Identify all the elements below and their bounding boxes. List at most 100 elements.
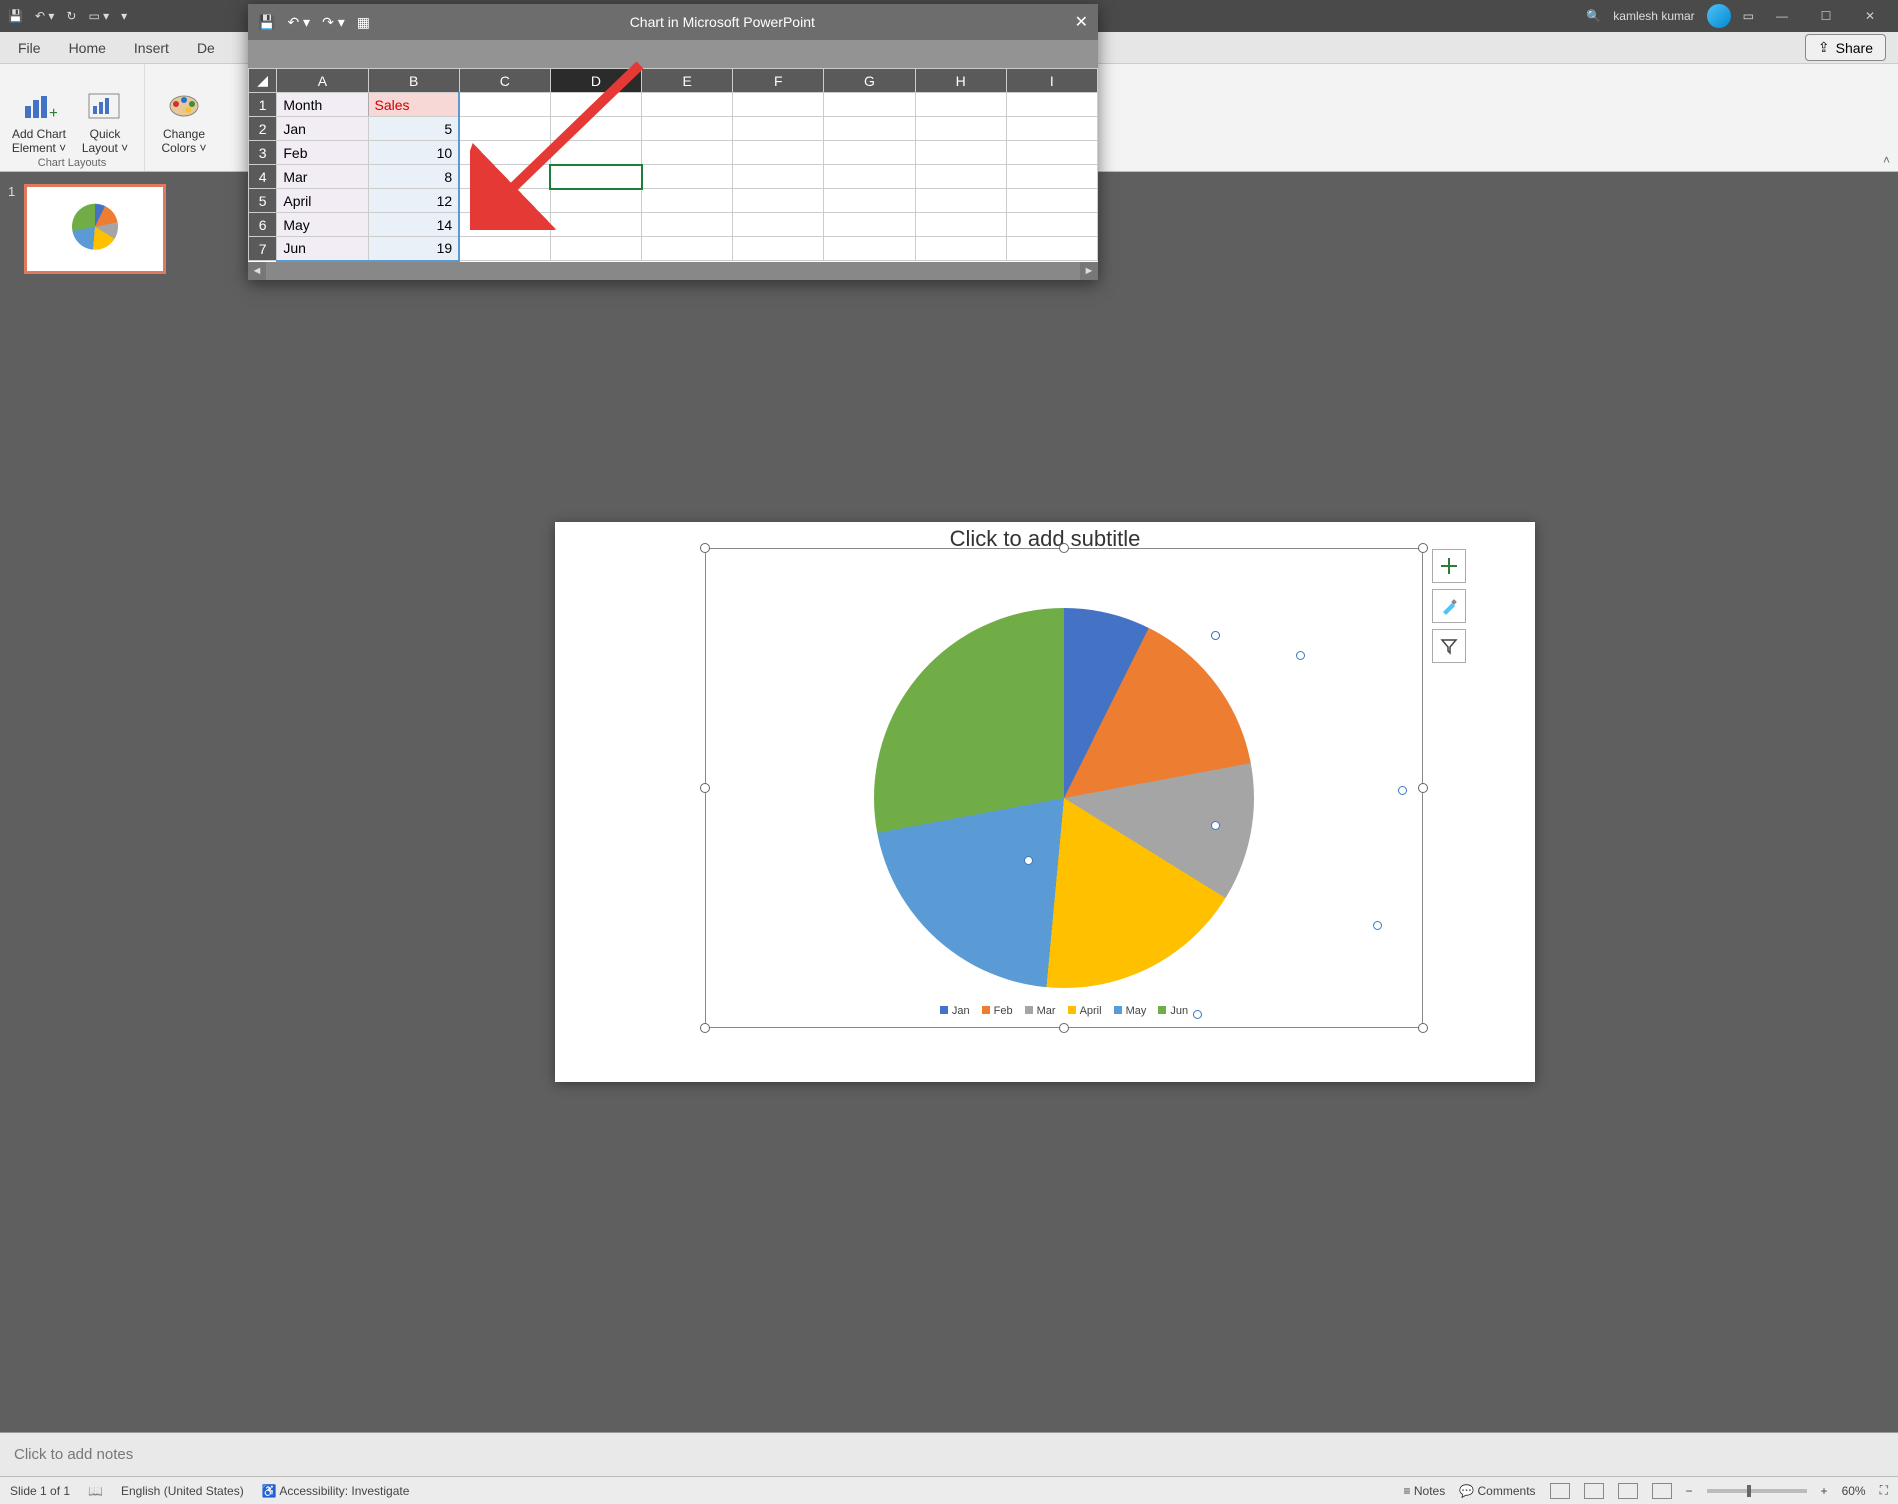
row-header[interactable]: 1 xyxy=(249,93,277,117)
pie-selection-handle[interactable] xyxy=(1024,856,1033,865)
cell[interactable] xyxy=(1006,93,1097,117)
cell[interactable] xyxy=(459,141,550,165)
cell[interactable]: May xyxy=(277,213,368,237)
resize-handle[interactable] xyxy=(1418,783,1428,793)
cell[interactable] xyxy=(733,165,824,189)
resize-handle[interactable] xyxy=(1418,543,1428,553)
spellcheck-icon[interactable]: 📖 xyxy=(88,1484,103,1498)
change-colors-button[interactable]: Change Colors ˅ xyxy=(155,89,213,155)
resize-handle[interactable] xyxy=(1059,543,1069,553)
scroll-right-icon[interactable]: ► xyxy=(1080,262,1098,280)
pie-selection-handle[interactable] xyxy=(1211,631,1220,640)
slideshow-icon[interactable]: ▭ ▾ xyxy=(88,9,109,23)
notes-pane[interactable]: Click to add notes xyxy=(0,1432,1898,1476)
cell[interactable] xyxy=(459,213,550,237)
cell[interactable] xyxy=(642,237,733,261)
legend-item[interactable]: Mar xyxy=(1025,1005,1056,1017)
pie-chart[interactable] xyxy=(874,608,1254,988)
cell[interactable]: Feb xyxy=(277,141,368,165)
resize-handle[interactable] xyxy=(1418,1023,1428,1033)
minimize-button[interactable]: — xyxy=(1762,2,1802,30)
cell[interactable]: 14 xyxy=(368,213,459,237)
cell[interactable] xyxy=(550,141,641,165)
share-button[interactable]: ⇪ Share xyxy=(1805,34,1886,61)
resize-handle[interactable] xyxy=(700,783,710,793)
cell[interactable] xyxy=(550,237,641,261)
resize-handle[interactable] xyxy=(700,543,710,553)
legend-item[interactable]: April xyxy=(1068,1005,1102,1017)
language-indicator[interactable]: English (United States) xyxy=(121,1484,244,1498)
cell[interactable] xyxy=(733,213,824,237)
cell[interactable]: 8 xyxy=(368,165,459,189)
tab-insert[interactable]: Insert xyxy=(122,34,181,62)
save-icon[interactable]: 💾 xyxy=(258,14,275,31)
cell[interactable]: 12 xyxy=(368,189,459,213)
scroll-track[interactable] xyxy=(266,262,1080,280)
zoom-in-button[interactable]: + xyxy=(1821,1484,1828,1498)
cell[interactable] xyxy=(824,189,915,213)
cell[interactable] xyxy=(550,93,641,117)
cell[interactable] xyxy=(550,165,641,189)
column-header[interactable]: E xyxy=(642,69,733,93)
pie-selection-handle[interactable] xyxy=(1296,651,1305,660)
sheet-titlebar[interactable]: 💾 ↶ ▾ ↷ ▾ ▦ Chart in Microsoft PowerPoin… xyxy=(248,4,1098,40)
chart-elements-button[interactable] xyxy=(1432,549,1466,583)
thumbnail-pane[interactable]: 1 xyxy=(0,172,192,1432)
accessibility-indicator[interactable]: ♿ Accessibility: Investigate xyxy=(262,1484,410,1498)
cell[interactable]: 19 xyxy=(368,237,459,261)
redo-icon[interactable]: ↻ xyxy=(66,9,76,23)
search-icon[interactable]: 🔍 xyxy=(1586,9,1601,23)
cell[interactable] xyxy=(1006,117,1097,141)
save-icon[interactable]: 💾 xyxy=(8,9,23,23)
cell[interactable] xyxy=(915,213,1006,237)
cell[interactable]: Jun xyxy=(277,237,368,261)
sheet-scrollbar[interactable]: ◄ ► xyxy=(248,262,1098,280)
cell[interactable] xyxy=(1006,213,1097,237)
cell[interactable] xyxy=(459,117,550,141)
pie-selection-handle[interactable] xyxy=(1398,786,1407,795)
cell[interactable] xyxy=(824,93,915,117)
display-options-icon[interactable]: ▭ xyxy=(1743,9,1754,23)
notes-button[interactable]: ≡ Notes xyxy=(1404,1484,1446,1498)
normal-view-button[interactable] xyxy=(1550,1483,1570,1499)
maximize-button[interactable]: ☐ xyxy=(1806,2,1846,30)
column-header[interactable]: H xyxy=(915,69,1006,93)
slideshow-view-button[interactable] xyxy=(1652,1483,1672,1499)
tab-design-partial[interactable]: De xyxy=(185,34,227,62)
cell[interactable] xyxy=(642,189,733,213)
cell[interactable] xyxy=(733,189,824,213)
cell[interactable]: Mar xyxy=(277,165,368,189)
column-header[interactable]: F xyxy=(733,69,824,93)
comments-button[interactable]: 💬 Comments xyxy=(1459,1484,1535,1498)
cell[interactable]: Month xyxy=(277,93,368,117)
spreadsheet-grid[interactable]: ◢ABCDEFGHI1MonthSales2Jan53Feb104Mar85Ap… xyxy=(248,68,1098,262)
fit-to-window-icon[interactable]: ⛶ xyxy=(1880,1483,1888,1498)
cell[interactable] xyxy=(915,141,1006,165)
cell[interactable]: 10 xyxy=(368,141,459,165)
slide[interactable]: Click to add subtitle Jan Feb Mar April xyxy=(555,522,1535,1082)
cell[interactable] xyxy=(1006,165,1097,189)
edit-data-icon[interactable]: ▦ xyxy=(357,14,370,31)
legend-item[interactable]: May xyxy=(1114,1005,1147,1017)
cell[interactable] xyxy=(1006,141,1097,165)
row-header[interactable]: 3 xyxy=(249,141,277,165)
cell[interactable]: Jan xyxy=(277,117,368,141)
cell[interactable] xyxy=(915,117,1006,141)
cell[interactable]: April xyxy=(277,189,368,213)
slide-indicator[interactable]: Slide 1 of 1 xyxy=(10,1484,70,1498)
quick-layout-button[interactable]: Quick Layout ˅ xyxy=(76,89,134,155)
row-header[interactable]: 4 xyxy=(249,165,277,189)
cell[interactable] xyxy=(550,117,641,141)
cell[interactable] xyxy=(824,213,915,237)
row-header[interactable]: 6 xyxy=(249,213,277,237)
cell[interactable] xyxy=(915,165,1006,189)
cell[interactable] xyxy=(915,237,1006,261)
cell[interactable]: Sales xyxy=(368,93,459,117)
cell[interactable] xyxy=(550,213,641,237)
tab-file[interactable]: File xyxy=(6,34,53,62)
chart-filters-button[interactable] xyxy=(1432,629,1466,663)
row-header[interactable]: 2 xyxy=(249,117,277,141)
cell[interactable] xyxy=(642,93,733,117)
cell[interactable] xyxy=(733,141,824,165)
legend-item[interactable]: Feb xyxy=(982,1005,1013,1017)
